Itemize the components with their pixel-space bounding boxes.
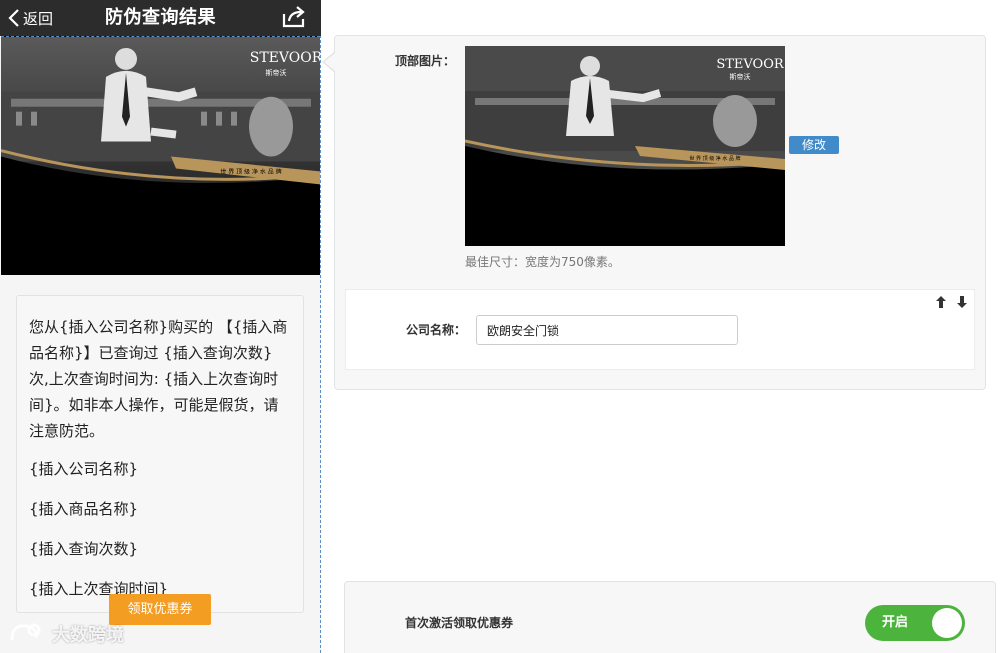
watermark: 大数跨境 [8, 620, 124, 648]
company-name-input[interactable] [476, 315, 738, 345]
top-image-thumbnail: STEVOOR 斯帝沃 世 界 顶 级 净 水 品 牌 [465, 46, 785, 246]
coupon-setting-label: 首次激活领取优惠券 [405, 616, 514, 630]
panel-pointer-inner [324, 53, 335, 71]
company-name-label: 公司名称： [406, 323, 467, 337]
share-icon[interactable] [281, 4, 307, 30]
placeholder-product: {插入商品名称} [29, 500, 139, 518]
query-result-card: 您从{插入公司名称}购买的 【{插入商品名称}】已查询过 {插入查询次数}次,上… [16, 295, 304, 613]
placeholder-query-count: {插入查询次数} [29, 540, 139, 558]
banner-photo: STEVOOR 斯帝沃 世 界 顶 级 净 水 品 牌 [1, 37, 320, 275]
top-banner-image: STEVOOR 斯帝沃 世 界 顶 级 净 水 品 牌 [1, 36, 320, 275]
placeholder-company: {插入公司名称} [29, 460, 139, 478]
toggle-knob [932, 608, 962, 638]
query-result-message: 您从{插入公司名称}购买的 【{插入商品名称}】已查询过 {插入查询次数}次,上… [29, 318, 288, 440]
mobile-topbar: 返回 防伪查询结果 [0, 0, 321, 36]
watermark-text: 大数跨境 [52, 625, 124, 646]
brand-name: STEVOOR [250, 50, 320, 66]
edit-image-button[interactable]: 修改 [789, 136, 839, 154]
brand-slogan: 世 界 顶 级 净 水 品 牌 [220, 167, 281, 175]
image-size-hint: 最佳尺寸：宽度为750像素。 [465, 255, 620, 269]
arrow-up-icon[interactable] [935, 295, 947, 309]
coupon-toggle[interactable]: 开启 [865, 605, 965, 641]
arrow-down-icon[interactable] [956, 295, 968, 309]
page-root: 返回 防伪查询结果 STEVOOR 斯帝沃 世 界 顶 级 净 水 品 牌 您从… [0, 0, 1003, 653]
thumb-brand-slogan: 世 界 顶 级 净 水 品 牌 [689, 155, 740, 162]
top-image-label: 顶部图片： [395, 54, 456, 68]
toggle-label: 开启 [882, 615, 909, 630]
mobile-preview: 返回 防伪查询结果 STEVOOR 斯帝沃 世 界 顶 级 净 水 品 牌 您从… [0, 0, 321, 653]
get-coupon-button[interactable]: 领取优惠券 [109, 594, 211, 625]
watermark-logo-icon [10, 623, 41, 641]
thumb-brand-name: STEVOOR [716, 57, 785, 72]
page-title: 防伪查询结果 [105, 7, 216, 28]
brand-cn: 斯帝沃 [266, 68, 287, 77]
thumb-brand-cn: 斯帝沃 [730, 72, 751, 81]
thumbnail-photo: STEVOOR 斯帝沃 世 界 顶 级 净 水 品 牌 [465, 46, 785, 246]
